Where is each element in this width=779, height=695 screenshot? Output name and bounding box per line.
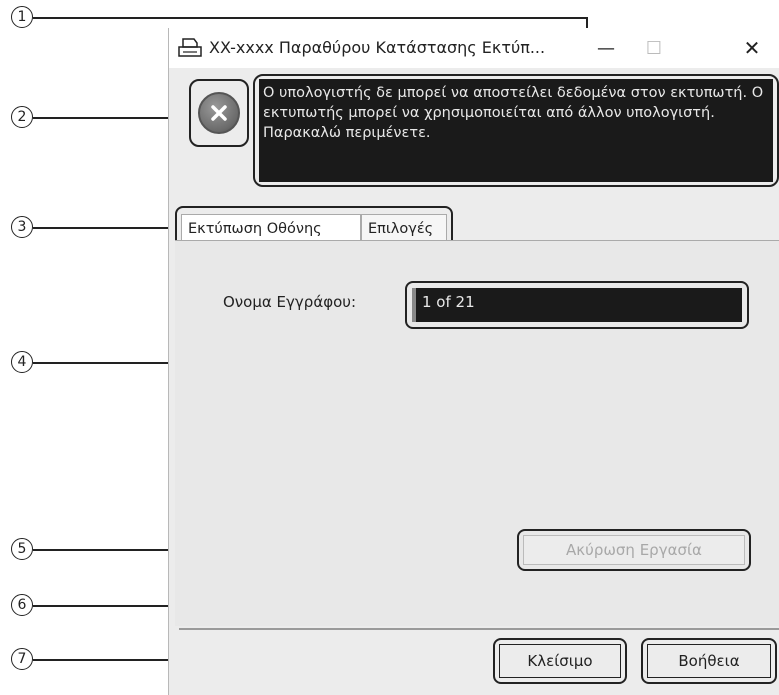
tab-options[interactable]: Επιλογές	[361, 214, 447, 242]
tab-print-screen[interactable]: Εκτύπωση Οθόνης	[181, 214, 361, 242]
close-button[interactable]: Κλείσιμο	[499, 644, 621, 678]
title-bar[interactable]: XX-xxxx Παραθύρου Κατάστασης Εκτύπ... — …	[169, 28, 779, 68]
callout-5: 5	[11, 538, 33, 560]
callout-2: 2	[11, 106, 33, 128]
status-message: Ο υπολογιστής δε μπορεί να αποστείλει δε…	[259, 79, 773, 182]
maximize-button[interactable]: ☐	[629, 32, 679, 64]
error-x-icon	[198, 92, 240, 134]
printer-icon	[178, 38, 202, 57]
status-icon-frame	[189, 79, 249, 147]
document-name-frame: 1 of 21	[405, 281, 749, 329]
callout-3: 3	[11, 216, 33, 238]
cancel-job-button[interactable]: Ακύρωση Εργασία	[523, 535, 745, 565]
callout-4: 4	[11, 351, 33, 373]
window-title: XX-xxxx Παραθύρου Κατάστασης Εκτύπ...	[209, 38, 546, 57]
callout-1: 1	[11, 6, 33, 28]
help-button[interactable]: Βοήθεια	[647, 644, 771, 678]
close-window-button[interactable]: ✕	[727, 32, 777, 64]
leader-line-3	[33, 227, 177, 229]
separator	[179, 628, 779, 630]
document-name-label: Ονομα Εγγράφου:	[223, 293, 357, 311]
cancel-job-frame: Ακύρωση Εργασία	[517, 529, 751, 571]
callout-7: 7	[11, 648, 33, 670]
leader-line-1	[33, 17, 587, 19]
help-button-frame: Βοήθεια	[641, 638, 777, 684]
document-name-field: 1 of 21	[412, 288, 742, 322]
leader-line-2	[33, 117, 188, 119]
status-window: XX-xxxx Παραθύρου Κατάστασης Εκτύπ... — …	[168, 28, 779, 695]
status-message-frame: Ο υπολογιστής δε μπορεί να αποστείλει δε…	[253, 74, 779, 187]
close-button-frame: Κλείσιμο	[493, 638, 627, 684]
callout-6: 6	[11, 594, 33, 616]
minimize-button[interactable]: —	[581, 32, 631, 64]
